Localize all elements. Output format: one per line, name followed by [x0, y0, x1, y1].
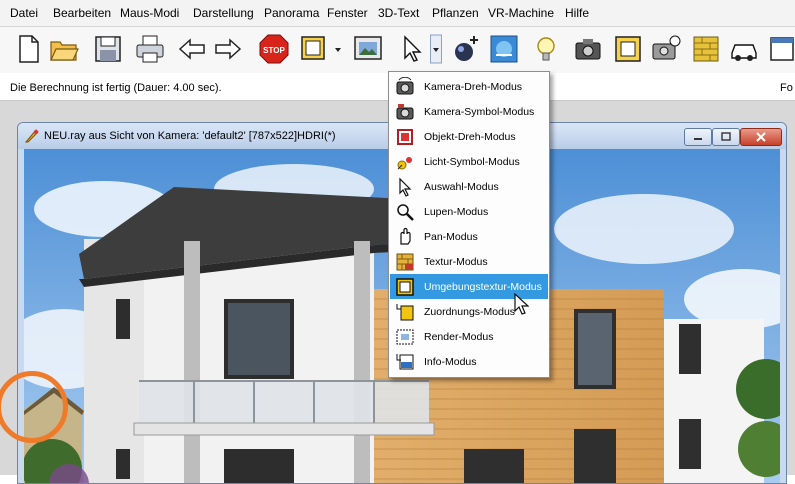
camera-rotate-icon [395, 77, 415, 97]
menu-item-render-modus[interactable]: Render-Modus [390, 324, 548, 349]
save-disk-icon[interactable] [92, 33, 124, 65]
svg-text:STOP: STOP [263, 46, 285, 55]
menu-item-auswahl-modus[interactable]: Auswahl-Modus [390, 174, 548, 199]
mapping-icon [395, 302, 415, 322]
toolbar: STOP [0, 27, 795, 73]
menu-item-textur-modus[interactable]: Textur-Modus [390, 249, 548, 274]
menu-item-kamera-dreh-modus[interactable]: Kamera-Dreh-Modus [390, 74, 548, 99]
menu-maus-modi[interactable]: Maus-Modi [120, 6, 179, 20]
hand-pan-icon [395, 227, 415, 247]
stop-icon[interactable]: STOP [258, 33, 290, 65]
menu-item-info-modus[interactable]: Info-Modus [390, 349, 548, 374]
forward-arrow-icon[interactable] [212, 33, 244, 65]
object-mode-dropdown-arrow-icon[interactable] [332, 33, 344, 65]
render-icon [395, 327, 415, 347]
info-icon [395, 352, 415, 372]
menu-item-objekt-dreh-modus[interactable]: Objekt-Dreh-Modus [390, 124, 548, 149]
render-window-title: NEU.ray aus Sicht von Kamera: 'default2'… [44, 130, 336, 142]
menu-vr-machine[interactable]: VR-Machine [488, 6, 554, 20]
frame-icon[interactable] [612, 33, 644, 65]
object-rotate-icon [395, 127, 415, 147]
menu-item-pan-modus[interactable]: Pan-Modus [390, 224, 548, 249]
mouse-cursor-icon [513, 292, 530, 315]
selection-arrow-icon [395, 177, 415, 197]
maximize-button[interactable] [712, 128, 740, 146]
menu-item-licht-symbol-modus[interactable]: Licht-Symbol-Modus [390, 149, 548, 174]
light-bulb-icon[interactable] [532, 33, 564, 65]
menu-item-lupen-modus[interactable]: Lupen-Modus [390, 199, 548, 224]
mouse-mode-dropdown-arrow-icon[interactable] [430, 33, 442, 65]
car-icon[interactable] [728, 33, 760, 65]
camera-icon[interactable] [572, 33, 604, 65]
mouse-pointer-icon[interactable] [396, 33, 428, 65]
object-mode-icon[interactable] [298, 33, 330, 65]
menu-item-kamera-symbol-modus[interactable]: Kamera-Symbol-Modus [390, 99, 548, 124]
camera-symbol-icon [395, 102, 415, 122]
maximize-icon [721, 132, 731, 141]
render-image-icon[interactable] [352, 33, 384, 65]
environment-texture-icon [395, 277, 415, 297]
status-message: Die Berechnung ist fertig (Dauer: 4.00 s… [10, 82, 222, 94]
open-folder-icon[interactable] [48, 33, 80, 65]
menu-panorama[interactable]: Panorama [264, 6, 319, 20]
status-right-text: Fo [780, 82, 793, 94]
print-icon[interactable] [134, 33, 166, 65]
back-arrow-icon[interactable] [176, 33, 208, 65]
light-symbol-icon [395, 152, 415, 172]
menu-hilfe[interactable]: Hilfe [565, 6, 589, 20]
menu-pflanzen[interactable]: Pflanzen [432, 6, 479, 20]
environment-texture-icon[interactable] [488, 33, 520, 65]
window-icon[interactable] [766, 33, 795, 65]
menu-fenster[interactable]: Fenster [327, 6, 368, 20]
render-window-icon [24, 128, 40, 144]
menu-darstellung[interactable]: Darstellung [193, 6, 254, 20]
mouse-mode-dropdown-menu: Kamera-Dreh-Modus Kamera-Symbol-Modus Ob… [388, 71, 550, 378]
menu-bar: Datei Bearbeiten Maus-Modi Darstellung P… [0, 0, 795, 27]
light-add-icon[interactable] [450, 33, 482, 65]
texture-icon [395, 252, 415, 272]
minimize-icon [694, 138, 702, 140]
menu-bearbeiten[interactable]: Bearbeiten [53, 6, 111, 20]
menu-3d-text[interactable]: 3D-Text [378, 6, 419, 20]
new-document-icon[interactable] [12, 33, 44, 65]
brick-texture-icon[interactable] [690, 33, 722, 65]
magnifier-icon [395, 202, 415, 222]
close-icon [756, 132, 766, 142]
close-button[interactable] [740, 128, 782, 146]
minimize-button[interactable] [684, 128, 712, 146]
camera-settings-icon[interactable] [650, 33, 682, 65]
menu-datei[interactable]: Datei [10, 6, 38, 20]
